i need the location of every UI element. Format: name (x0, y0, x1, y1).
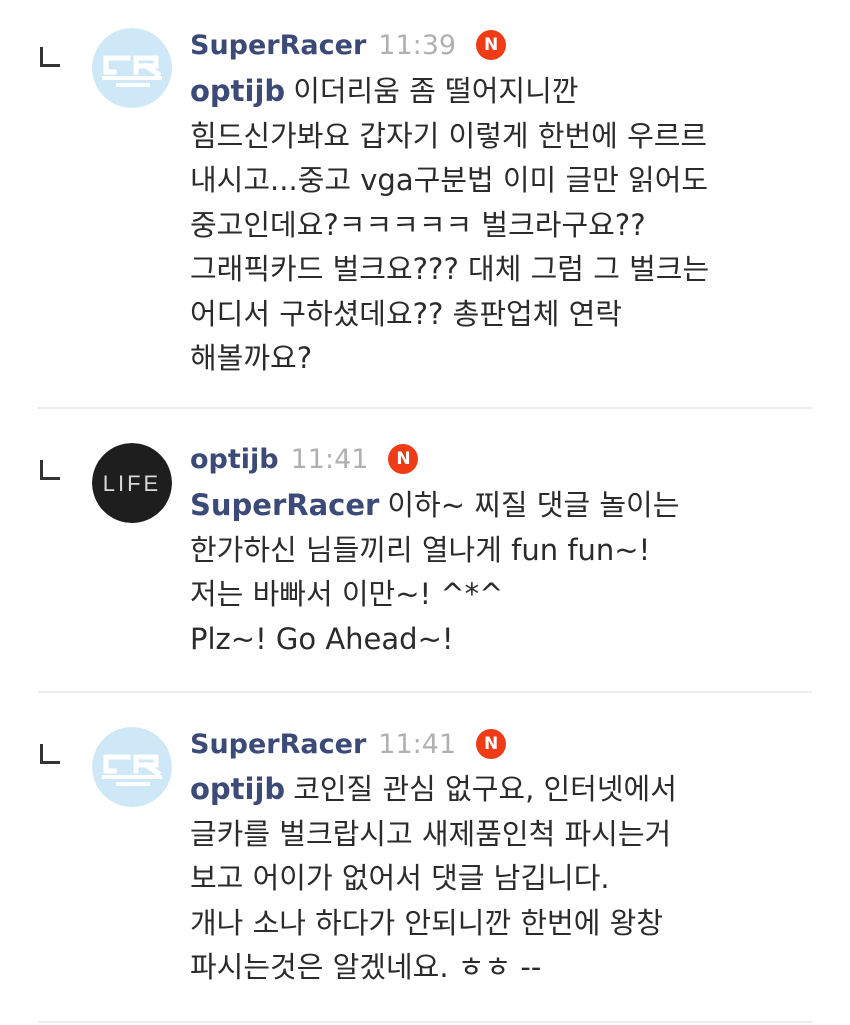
mention-link[interactable]: optijb (190, 74, 285, 108)
avatar[interactable]: CR (92, 727, 172, 807)
cr-logo-icon (92, 727, 172, 807)
comment-line: 파시는것은 알겠네요. ㅎㅎ -- (190, 950, 542, 984)
avatar[interactable]: LIFE (92, 443, 172, 523)
comment-text: 이더리움 좀 떨어지니깐 (293, 74, 579, 108)
comment-line: 어디서 구하셨데요?? 총판업체 연락 (190, 296, 622, 331)
comment-line: optijb 코인질 관심 없구요, 인터넷에서 (190, 767, 820, 812)
comment-line: optijb 이더리움 좀 떨어지니깐 (190, 69, 820, 114)
comment-line: 힘드신가봐요 갑자기 이렇게 한번에 우르르 (190, 118, 708, 153)
comment-line: 해볼까요? (190, 341, 313, 375)
reply-indent-icon (40, 460, 60, 480)
divider (38, 1021, 812, 1023)
comment-line: Plz~! Go Ahead~! (190, 621, 454, 656)
reply-indent-icon (40, 47, 60, 67)
comment-line: 저는 바빠서 이만~! ^*^ (190, 577, 504, 611)
timestamp: 11:39 (378, 29, 457, 61)
comment-item: LIFE optijb 11:41 N SuperRacer 이하~ 찌질 댓글 … (0, 410, 850, 692)
divider (38, 691, 812, 693)
comment-meta: SuperRacer 11:41 N (190, 724, 507, 764)
comment-line: 보고 어이가 없어서 댓글 남깁니다. (190, 861, 610, 895)
avatar-text: LIFE (103, 471, 161, 496)
mention-link[interactable]: SuperRacer (190, 488, 379, 522)
comment-line: 그래픽카드 벌크요??? 대체 그럼 그 벌크는 (190, 252, 710, 286)
author-name[interactable]: SuperRacer (190, 729, 366, 760)
timestamp: 11:41 (378, 728, 457, 760)
comment-body: optijb 코인질 관심 없구요, 인터넷에서 글카를 벌크랍시고 새제품인척 … (190, 767, 820, 990)
divider (38, 407, 812, 409)
comment-line: SuperRacer 이하~ 찌질 댓글 놀이는 (190, 483, 820, 528)
comment-line: 개나 소나 하다가 안되니깐 한번에 왕창 (190, 905, 663, 940)
author-name[interactable]: optijb (190, 444, 279, 475)
comment-item: CR SuperRacer 11:41 N optijb코인질 관심 없구요, … (0, 694, 850, 1025)
mention-link[interactable]: optijb (190, 772, 285, 806)
comment-text: 코인질 관심 없구요, 인터넷에서 (293, 772, 677, 806)
cr-logo-icon (92, 28, 172, 108)
comment-meta: SuperRacer 11:39 N (190, 25, 507, 65)
comment-body: optijb 이더리움 좀 떨어지니깐 힘드신가봐요 갑자기 이렇게 한번에 우르… (190, 69, 820, 381)
new-badge-icon: N (476, 729, 507, 759)
comment-meta: optijb 11:41 N (190, 439, 419, 479)
life-logo-icon: LIFE (92, 443, 172, 523)
comment-body: SuperRacer 이하~ 찌질 댓글 놀이는 한가하신 님들끼리 열나게 fu… (190, 483, 820, 661)
reply-indent-icon (40, 744, 60, 764)
comment-item: CR SuperRacer 11:39 N optijb이더리움 좀 떨어지니깐… (0, 0, 850, 410)
comment-line: 한가하신 님들끼리 열나게 fun fun~! (190, 532, 651, 567)
comment-text: 이하~ 찌질 댓글 놀이는 (387, 488, 680, 522)
comment-line: 글카를 벌크랍시고 새제품인척 파시는거 (190, 816, 672, 851)
avatar[interactable]: CR (92, 28, 172, 108)
comment-line: 중고인데요?ㅋㅋㅋㅋㅋ 벌크라구요?? (190, 207, 646, 242)
timestamp: 11:41 (290, 443, 369, 475)
comment-line: 내시고...중고 vga구분법 이미 글만 읽어도 (190, 163, 709, 197)
new-badge-icon: N (388, 444, 419, 474)
author-name[interactable]: SuperRacer (190, 30, 366, 61)
new-badge-icon: N (476, 30, 507, 60)
